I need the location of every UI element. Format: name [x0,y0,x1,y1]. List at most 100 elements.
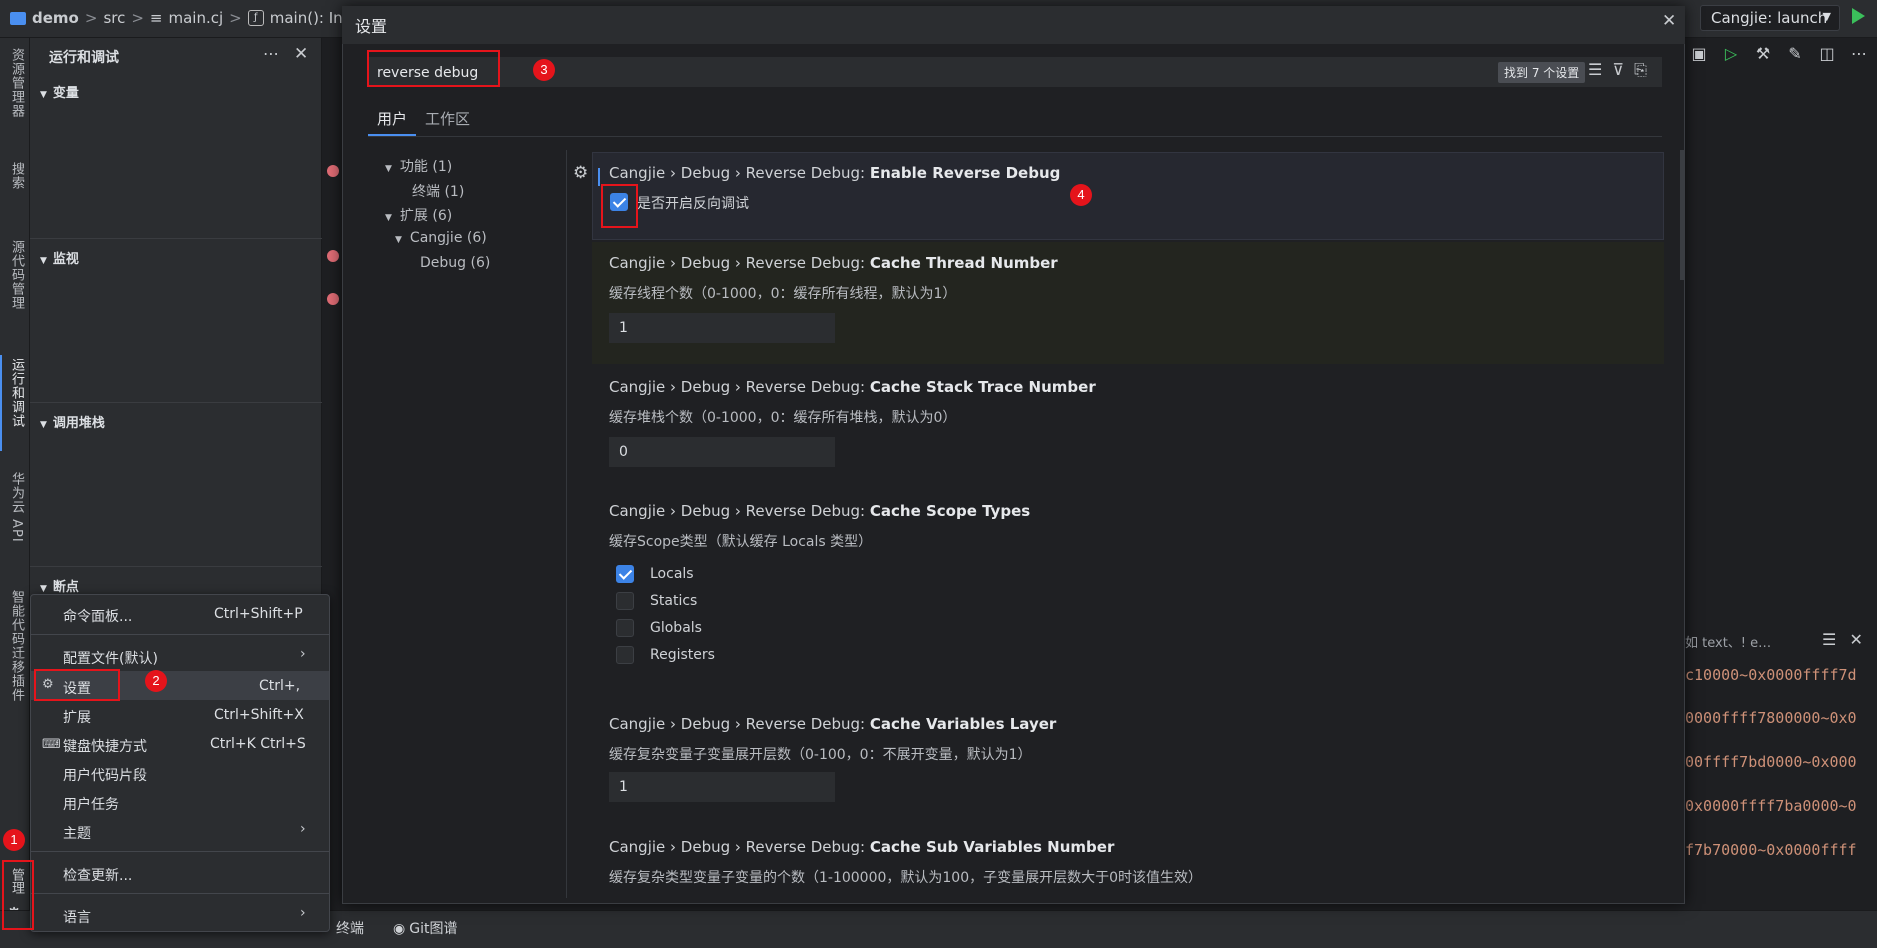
activity-huawei-cloud-api[interactable]: 华为云 API [4,472,26,543]
keyboard-icon: ⌨ [42,737,61,752]
setting-prefix: Cangjie › Debug › Reverse Debug: [609,164,870,182]
setting-title: Cangjie › Debug › Reverse Debug: Cache S… [609,838,1114,856]
chevron-right-icon: > [229,9,242,27]
toc-label: 功能 (1) [399,159,453,175]
open-json-icon[interactable]: ⎘ [1634,60,1647,80]
setting-prefix: Cangjie › Debug › Reverse Debug: [609,715,870,733]
run-icon[interactable] [1852,8,1865,24]
toc-item-debug[interactable]: Debug (6) [420,255,490,271]
more-icon[interactable]: ⋯ [1850,44,1868,66]
tab-workspace[interactable]: 工作区 [425,108,470,129]
chevron-down-icon: ▼ [40,256,47,266]
chevron-down-icon: ▼ [40,90,47,100]
breakpoint-dot[interactable] [327,165,339,177]
activity-scm[interactable]: 源代码管理 [4,240,26,310]
run-debug-panel [30,38,322,618]
divider [30,566,322,567]
activity-run-debug[interactable]: 运行和调试 [4,358,26,428]
checkbox-label: Locals [650,566,694,582]
annotation-badge: 2 [145,670,167,692]
clear-filter-icon[interactable]: ☰ [1588,60,1602,80]
filter-hint[interactable]: 如 text、! e… [1685,632,1771,651]
cache-variables-layer-input[interactable] [609,772,835,802]
section-variables[interactable]: ▼ 变量 [40,82,79,101]
checkbox-label: Registers [650,647,715,663]
active-indicator [0,355,2,451]
settings-search-box [368,57,1662,87]
git-icon: ◉ [393,921,406,937]
breadcrumb-item[interactable]: main.cj [169,9,224,27]
search-result-count: 找到 7 个设置 [1498,62,1586,83]
collapse-icon[interactable]: ☰ [1822,630,1836,649]
scrollbar[interactable] [1680,150,1684,280]
breadcrumb-item[interactable]: demo [32,9,79,27]
menu-separator [31,851,329,852]
activity-explorer[interactable]: 资源管理器 [4,48,26,118]
chevron-down-icon: ▼ [40,420,47,430]
annotation-badge: 3 [533,59,555,81]
menu-item-theme[interactable]: 主题 [63,823,91,843]
close-icon[interactable]: ✕ [294,44,308,64]
menu-item-language[interactable]: 语言 [63,907,91,927]
tab-user[interactable]: 用户 [377,108,407,129]
panel-tools: ☰ ✕ [1822,630,1863,649]
chevron-down-icon: ▼ [1822,10,1831,23]
run-icon[interactable]: ▷ [1722,44,1740,66]
setting-title: Cangjie › Debug › Reverse Debug: Cache V… [609,715,1056,733]
menu-separator [31,893,329,894]
cache-thread-number-input[interactable] [609,313,835,343]
checkbox-label: Globals [650,620,702,636]
toc-item-cangjie[interactable]: ▼ Cangjie (6) [395,230,487,246]
more-icon[interactable]: ⋯ [263,44,279,63]
chevron-down-icon: ▼ [385,164,392,174]
build-icon[interactable]: ⚒ [1754,44,1772,66]
menu-item-check-updates[interactable]: 检查更新... [63,865,132,885]
section-label: 监视 [52,252,79,267]
activity-search[interactable]: 搜索 [4,162,26,190]
close-icon[interactable]: ✕ [1849,630,1862,649]
preview-icon[interactable]: ▣ [1690,44,1708,66]
scope-globals-checkbox[interactable] [616,619,634,637]
section-breakpoints[interactable]: ▼ 断点 [40,576,79,595]
menu-item-keyboard-shortcuts[interactable]: 键盘快捷方式 [63,736,147,756]
section-label: 变量 [52,86,79,101]
cache-stack-trace-number-input[interactable] [609,437,835,467]
split-editor-icon[interactable]: ◫ [1818,44,1836,66]
chevron-right-icon: > [131,9,144,27]
toc-item-extensions[interactable]: ▼ 扩展 (6) [385,205,452,225]
toc-item-features[interactable]: ▼ 功能 (1) [385,156,452,176]
panel-title: 运行和调试 [49,50,119,66]
gear-icon[interactable]: ⚙ [573,163,588,183]
menu-item-user-snippets[interactable]: 用户代码片段 [63,765,147,785]
breakpoint-dot[interactable] [327,293,339,305]
divider [30,402,322,403]
scope-locals-checkbox[interactable] [616,565,634,583]
edit-icon[interactable]: ✎ [1786,44,1804,66]
chevron-right-icon: › [300,646,306,662]
toc-item-terminal[interactable]: 终端 (1) [412,181,464,201]
setting-description: 缓存Scope类型（默认缓存 Locals 类型） [609,534,873,550]
scope-registers-checkbox[interactable] [616,646,634,664]
section-call-stack[interactable]: ▼ 调用堆栈 [40,412,105,431]
breadcrumb-item[interactable]: src [103,9,125,27]
menu-item-user-tasks[interactable]: 用户任务 [63,794,119,814]
scope-statics-checkbox[interactable] [616,592,634,610]
setting-description: 缓存线程个数（0-1000，0：缓存所有线程，默认为1） [609,286,957,302]
setting-prefix: Cangjie › Debug › Reverse Debug: [609,838,870,856]
menu-item-profile[interactable]: 配置文件(默认) [63,648,158,668]
setting-description: 缓存复杂类型变量子变量的个数（1-100000，默认为100，子变量展开层数大于… [609,870,1203,886]
menu-item-command-palette[interactable]: 命令面板... [63,606,132,626]
setting-prefix: Cangjie › Debug › Reverse Debug: [609,378,870,396]
launch-config-select[interactable]: Cangjie: launch ▼ [1700,5,1840,31]
activity-code-migration[interactable]: 智能代码迁移插件 [4,590,26,702]
breakpoint-dot[interactable] [327,250,339,262]
filter-icon[interactable]: ⊽ [1612,60,1624,80]
close-icon[interactable]: ✕ [1662,11,1676,31]
search-tools: ☰ ⊽ ⎘ [1588,60,1647,80]
tab-terminal[interactable]: 终端 [336,918,364,938]
menu-item-extensions[interactable]: 扩展 [63,707,91,727]
chevron-right-icon: › [300,905,306,921]
section-watch[interactable]: ▼ 监视 [40,248,79,267]
tab-git-graph[interactable]: ◉ Git图谱 [393,918,457,938]
menu-shortcut: Ctrl+, [259,678,301,694]
